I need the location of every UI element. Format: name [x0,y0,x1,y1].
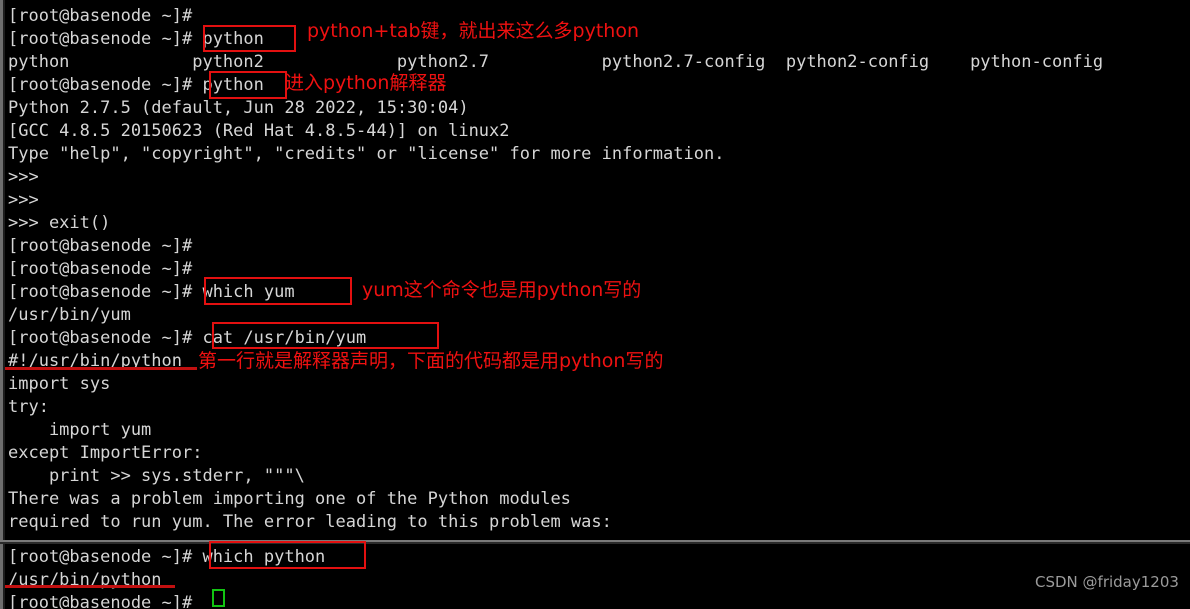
terminal-line: >>> [8,166,39,188]
terminal-line: [GCC 4.8.5 20150623 (Red Hat 4.8.5-44)] … [8,120,510,142]
terminal-line: print >> sys.stderr, """\ [8,465,305,487]
terminal-line: Python 2.7.5 (default, Jun 28 2022, 15:3… [8,97,469,119]
terminal-line: [root@basenode ~]# [8,235,192,257]
terminal-line: except ImportError: [8,442,202,464]
red-annotation-text: 进入python解释器 [285,72,446,94]
pane-separator-shadow [0,542,1190,544]
csdn-watermark: CSDN @friday1203 [1035,573,1179,591]
red-annotation-text: 第一行就是解释器声明，下面的代码都是用python写的 [198,350,663,372]
text-cursor [212,589,225,607]
terminal-line: >>> exit() [8,212,110,234]
red-annotation-text: python+tab键，就出来这么多python [307,20,639,42]
path-underline [5,585,175,588]
terminal-line: Type "help", "copyright", "credits" or "… [8,143,724,165]
terminal-line: [root@basenode ~]# [8,5,192,27]
terminal-line: import yum [8,419,151,441]
terminal-line: [root@basenode ~]# python [8,74,264,96]
terminal-line: [root@basenode ~]# cat /usr/bin/yum [8,327,366,349]
terminal-line: try: [8,396,49,418]
terminal-line: >>> [8,189,39,211]
terminal-line: [root@basenode ~]# which yum [8,281,295,303]
terminal-line: import sys [8,373,110,395]
red-annotation-text: yum这个命令也是用python写的 [362,279,641,301]
terminal-line: /usr/bin/yum [8,304,131,326]
path-underline [5,367,197,370]
terminal-line: [root@basenode ~]# [8,592,192,609]
terminal-line: required to run yum. The error leading t… [8,511,612,533]
terminal-screen[interactable]: [root@basenode ~]#[root@basenode ~]# pyt… [0,0,1190,609]
terminal-line: [root@basenode ~]# [8,258,192,280]
terminal-line: [root@basenode ~]# which python [8,546,325,568]
window-left-border-inner [3,0,5,609]
terminal-line: python python2 python2.7 python2.7-confi… [8,51,1103,73]
terminal-line: There was a problem importing one of the… [8,488,571,510]
terminal-line: [root@basenode ~]# python [8,28,264,50]
